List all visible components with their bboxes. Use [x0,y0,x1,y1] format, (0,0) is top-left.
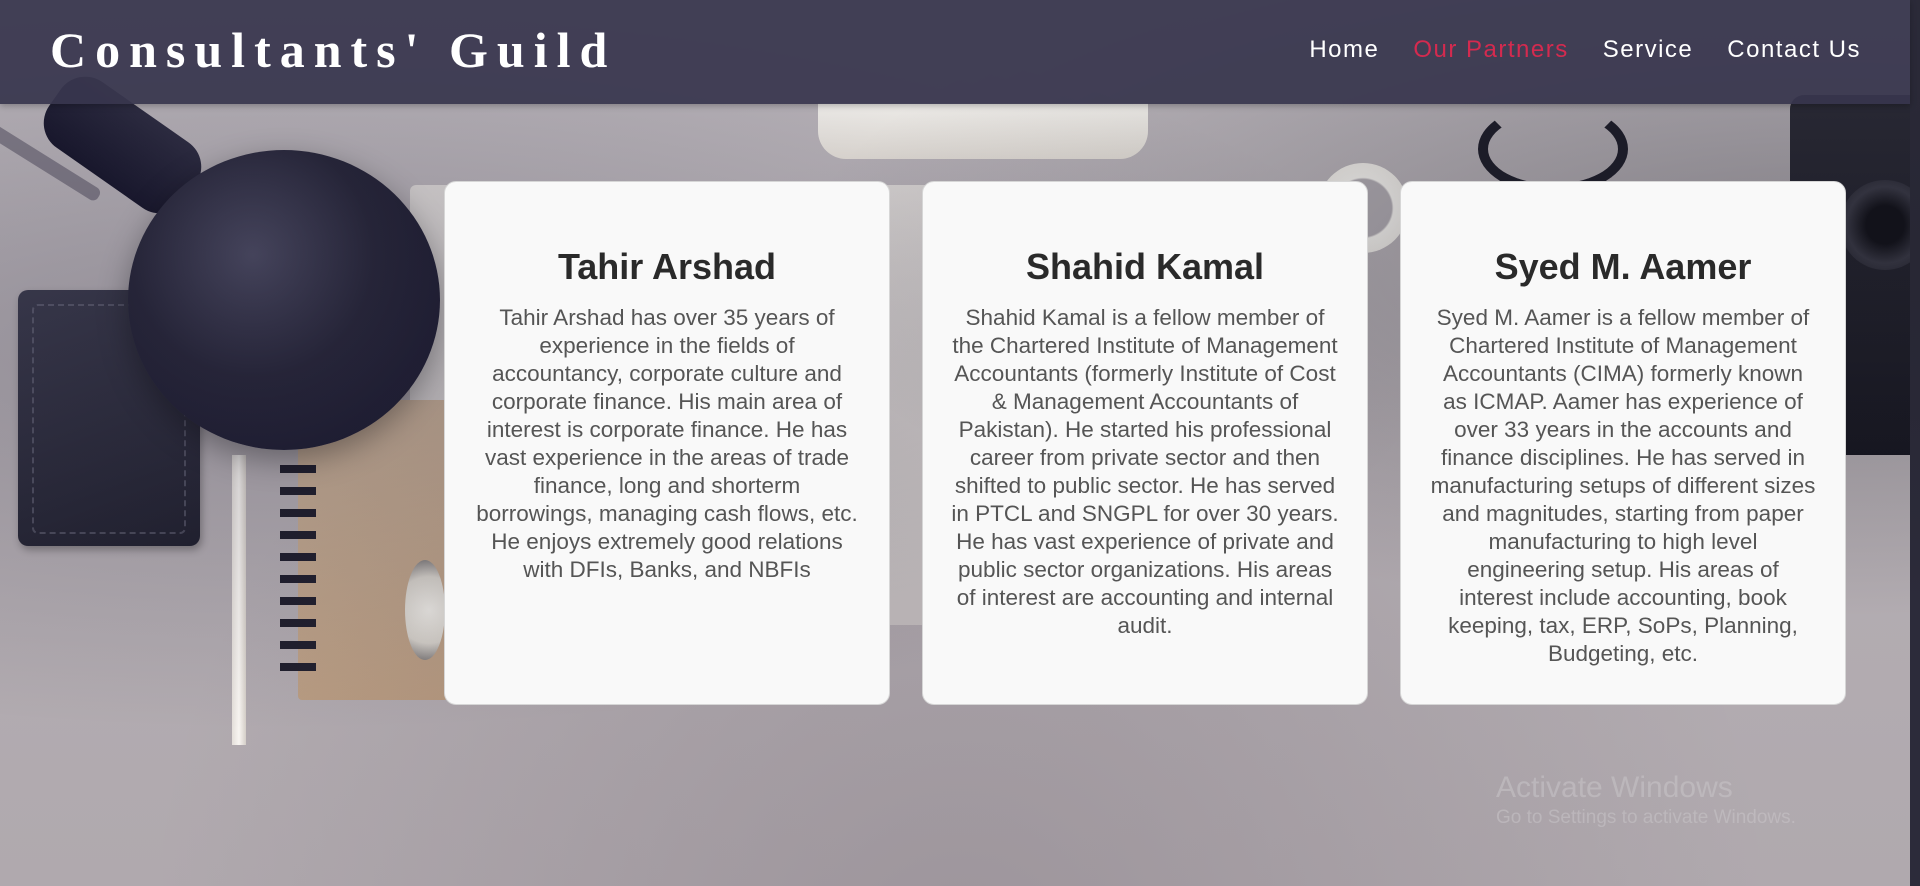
watermark-subtitle: Go to Settings to activate Windows. [1496,807,1796,828]
partner-card-shahid-kamal: Shahid Kamal Shahid Kamal is a fellow me… [922,181,1368,705]
page: Consultants' Guild Home Our Partners Ser… [0,0,1920,886]
nav-contact-us[interactable]: Contact Us [1727,34,1861,66]
partner-name: Tahir Arshad [557,246,777,287]
partner-bio: Tahir Arshad has over 35 years of experi… [476,305,858,582]
activate-windows-watermark: Activate Windows Go to Settings to activ… [1496,770,1796,830]
partner-name: Shahid Kamal [1025,246,1265,287]
partner-bio: Syed M. Aamer is a fellow member of Char… [1430,305,1816,666]
partner-card-syed-m-aamer: Syed M. Aamer Syed M. Aamer is a fellow … [1400,181,1846,705]
partner-bio: Shahid Kamal is a fellow member of the C… [951,305,1339,638]
partners-cards: Tahir Arshad Tahir Arshad has over 35 ye… [444,181,1846,705]
brand-logo-text[interactable]: Consultants' Guild [50,22,616,78]
nav-our-partners[interactable]: Our Partners [1413,34,1568,66]
nav-home[interactable]: Home [1309,34,1379,66]
site-header: Consultants' Guild Home Our Partners Ser… [0,0,1910,104]
nav-service[interactable]: Service [1603,34,1694,66]
watermark-title: Activate Windows [1496,771,1733,804]
partner-name: Syed M. Aamer [1494,246,1752,287]
main-nav: Home Our Partners Service Contact Us [1309,34,1861,66]
partner-card-tahir-arshad: Tahir Arshad Tahir Arshad has over 35 ye… [444,181,890,705]
